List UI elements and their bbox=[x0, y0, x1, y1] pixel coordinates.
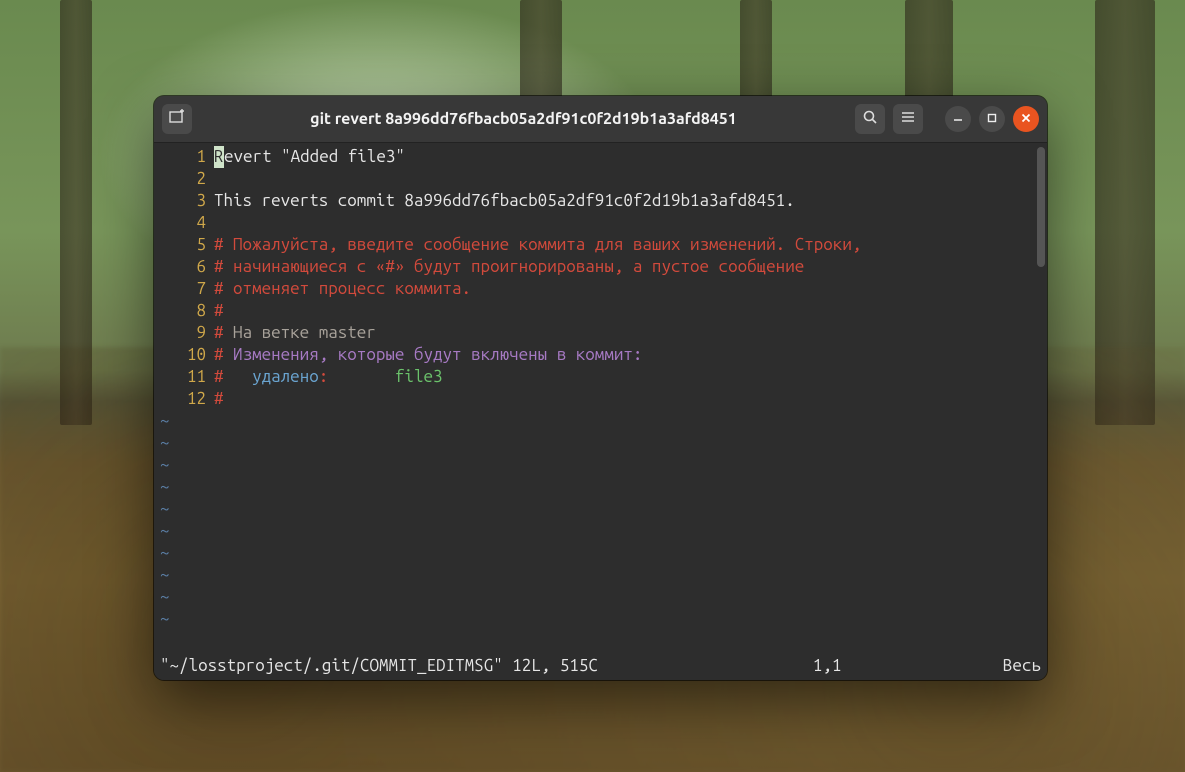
status-percent: Весь bbox=[1003, 655, 1041, 677]
terminal-area[interactable]: 123456 789101112 Revert "Added file3" Th… bbox=[154, 143, 1047, 680]
empty-line-tilde: ~ bbox=[156, 564, 1047, 586]
desktop-background: git revert 8a996dd76fbacb05a2df91c0f2d19… bbox=[0, 0, 1185, 772]
hamburger-icon bbox=[900, 109, 916, 129]
new-tab-button[interactable] bbox=[162, 104, 192, 134]
empty-line-tilde: ~ bbox=[156, 542, 1047, 564]
buffer-line: # bbox=[214, 300, 1047, 322]
new-tab-icon bbox=[169, 109, 185, 129]
scrollbar[interactable] bbox=[1037, 147, 1045, 267]
empty-line-tilde: ~ bbox=[156, 608, 1047, 630]
minimize-button[interactable] bbox=[945, 106, 971, 132]
terminal-window: git revert 8a996dd76fbacb05a2df91c0f2d19… bbox=[154, 96, 1047, 680]
empty-line-tilde: ~ bbox=[156, 520, 1047, 542]
empty-line-tilde: ~ bbox=[156, 432, 1047, 454]
maximize-icon bbox=[986, 110, 998, 128]
empty-line-tilde: ~ bbox=[156, 498, 1047, 520]
close-button[interactable] bbox=[1013, 106, 1039, 132]
editor-buffer[interactable]: Revert "Added file3" This reverts commit… bbox=[212, 146, 1047, 654]
buffer-line: # удалено: file3 bbox=[214, 366, 1047, 388]
vim-editor[interactable]: 123456 789101112 Revert "Added file3" Th… bbox=[154, 146, 1047, 654]
buffer-line: # Пожалуйста, введите сообщение коммита … bbox=[214, 234, 1047, 256]
buffer-line: This reverts commit 8a996dd76fbacb05a2df… bbox=[214, 190, 1047, 212]
buffer-line bbox=[214, 212, 1047, 234]
buffer-line: # Изменения, которые будут включены в ко… bbox=[214, 344, 1047, 366]
buffer-line bbox=[214, 168, 1047, 190]
buffer-line: # начинающиеся с «#» будут проигнорирова… bbox=[214, 256, 1047, 278]
search-button[interactable] bbox=[855, 104, 885, 134]
minimize-icon bbox=[952, 110, 964, 128]
empty-line-tilde: ~ bbox=[156, 454, 1047, 476]
buffer-line: # отменяет процесс коммита. bbox=[214, 278, 1047, 300]
buffer-line: Revert "Added file3" bbox=[214, 146, 1047, 168]
search-icon bbox=[862, 109, 878, 129]
maximize-button[interactable] bbox=[979, 106, 1005, 132]
empty-line-tilde: ~ bbox=[156, 476, 1047, 498]
status-position: 1,1 bbox=[813, 655, 1003, 677]
buffer-line: # На ветке master bbox=[214, 322, 1047, 344]
status-filename: "~/losstproject/.git/COMMIT_EDITMSG" 12L… bbox=[160, 655, 598, 677]
titlebar[interactable]: git revert 8a996dd76fbacb05a2df91c0f2d19… bbox=[154, 96, 1047, 143]
window-title: git revert 8a996dd76fbacb05a2df91c0f2d19… bbox=[200, 110, 847, 128]
close-icon bbox=[1020, 110, 1032, 128]
empty-line-tilde: ~ bbox=[156, 410, 1047, 432]
text-cursor: R bbox=[214, 146, 224, 168]
buffer-line: # bbox=[214, 388, 1047, 410]
menu-button[interactable] bbox=[893, 104, 923, 134]
vim-statusline: "~/losstproject/.git/COMMIT_EDITMSG" 12L… bbox=[154, 654, 1047, 678]
empty-line-tilde: ~ bbox=[156, 586, 1047, 608]
